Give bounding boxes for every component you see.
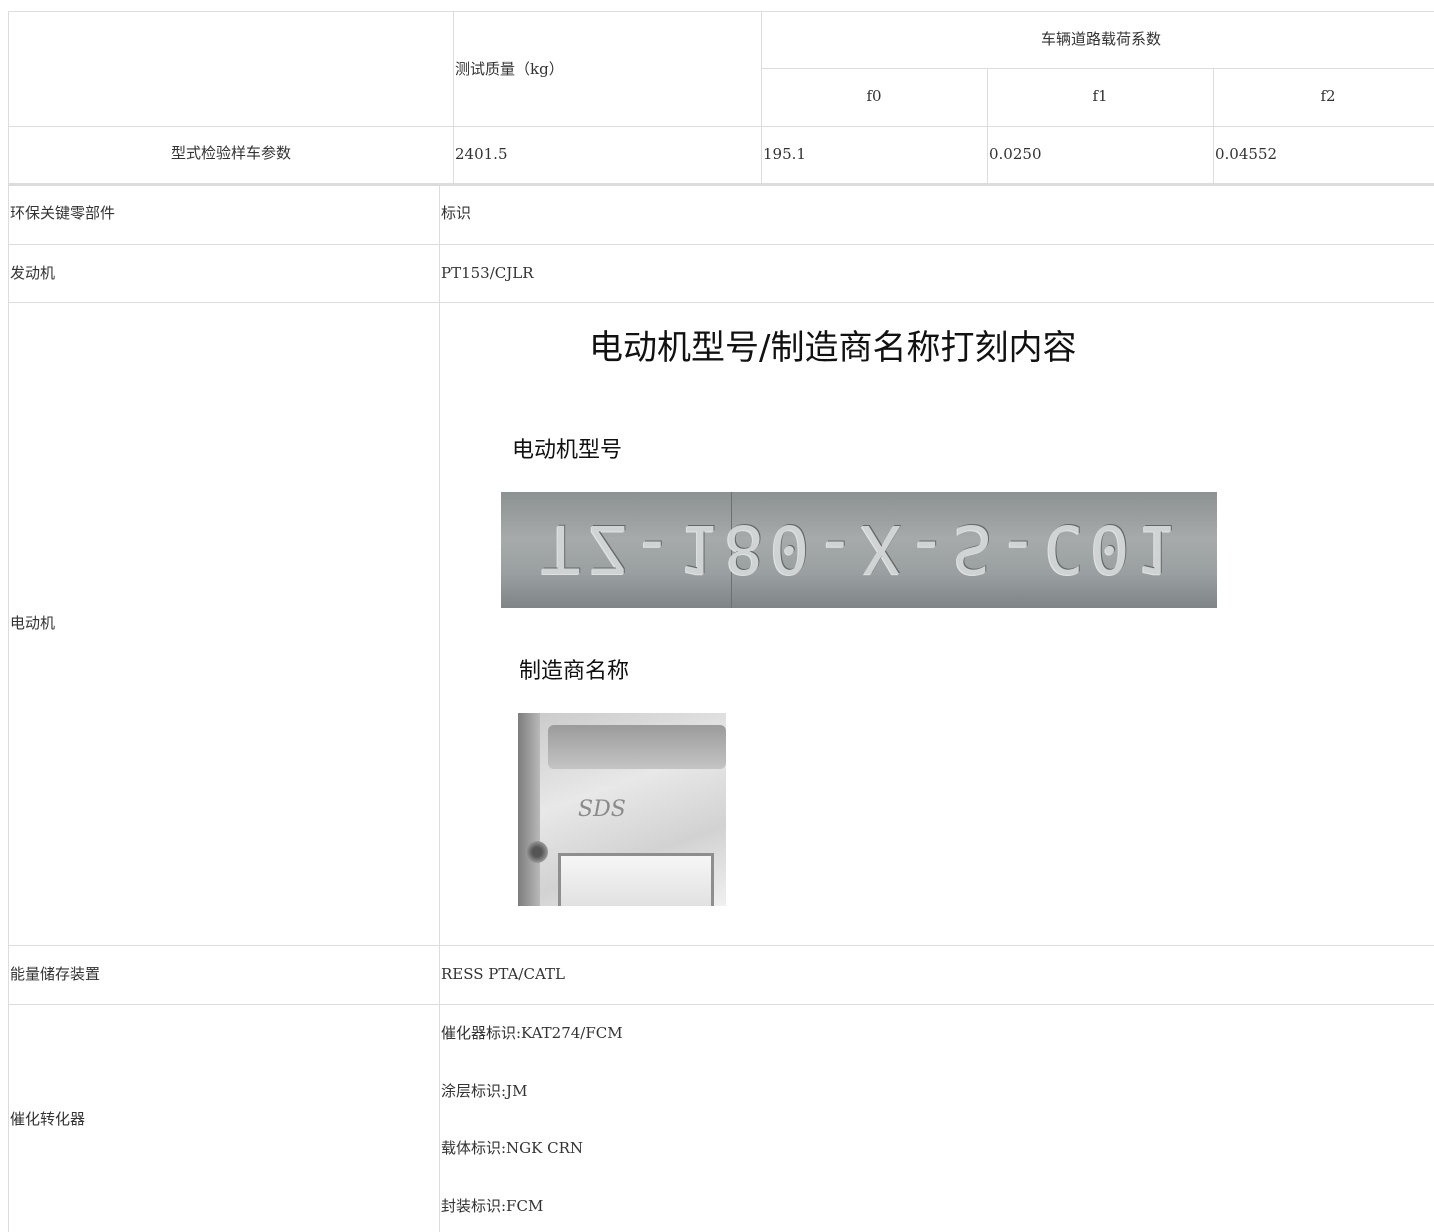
table2-row-border (8, 302, 1434, 303)
table1-top-border (8, 11, 1434, 12)
housing-window (558, 853, 714, 906)
table2-row-border (8, 945, 1434, 946)
substrate-marking-line: 载体标识:NGK CRN (441, 1139, 584, 1157)
key-components-header: 环保关键零部件 (10, 204, 116, 222)
table1-subheader-border (761, 68, 1434, 69)
marking-header: 标识 (441, 204, 472, 222)
motor-model-caption: 电动机型号 (512, 438, 623, 463)
table1-col-divider (1213, 68, 1214, 185)
table1-col-divider (987, 68, 988, 185)
road-load-coefficient-header: 车辆道路载荷系数 (1040, 30, 1162, 48)
table1-col-divider (761, 11, 762, 185)
motor-label: 电动机 (10, 614, 56, 632)
manufacturer-name-caption: 制造商名称 (519, 659, 630, 684)
canning-marking-line: 封装标识:FCM (441, 1197, 544, 1215)
catalytic-converter-label: 催化转化器 (10, 1110, 86, 1128)
table1-header-bottom-border (8, 126, 1434, 127)
energy-storage-value: RESS PTA/CATL (441, 965, 565, 983)
sample-vehicle-params-label: 型式检验样车参数 (170, 144, 292, 162)
table1-col-divider (453, 11, 454, 185)
motor-image-title: 电动机型号/制造商名称打刻内容 (589, 328, 1077, 368)
catalyst-marking-line: 催化器标识:KAT274/FCM (441, 1024, 623, 1042)
table1-left-border (8, 11, 9, 186)
f0-header: f0 (866, 87, 882, 105)
table2-col-divider (439, 186, 440, 1232)
manufacturer-logo: SDS (578, 797, 626, 822)
f1-value: 0.0250 (989, 145, 1042, 163)
f1-header: f1 (1092, 87, 1108, 105)
table2-row-border (8, 244, 1434, 245)
manufacturer-logo-photo: SDS (518, 713, 726, 906)
table2-left-border (8, 186, 9, 1232)
test-mass-value: 2401.5 (455, 145, 508, 163)
motor-model-engraving-photo: TZ-180-X-S-C01 (501, 492, 1217, 608)
engine-value: PT153/CJLR (441, 264, 534, 282)
table2-row-border (8, 1004, 1434, 1005)
f0-value: 195.1 (763, 145, 806, 163)
energy-storage-label: 能量储存装置 (10, 965, 101, 983)
engine-label: 发动机 (10, 264, 56, 282)
f2-header: f2 (1320, 87, 1336, 105)
f2-value: 0.04552 (1215, 145, 1278, 163)
coating-marking-line: 涂层标识:JM (441, 1082, 528, 1100)
housing-rib (518, 713, 540, 906)
housing-slot (548, 725, 726, 769)
table1-bottom-border (8, 183, 1434, 186)
motor-model-engraving-text: TZ-180-X-S-C01 (541, 510, 1182, 587)
test-mass-header: 测试质量（kg） (455, 60, 564, 78)
housing-boss (526, 841, 548, 863)
